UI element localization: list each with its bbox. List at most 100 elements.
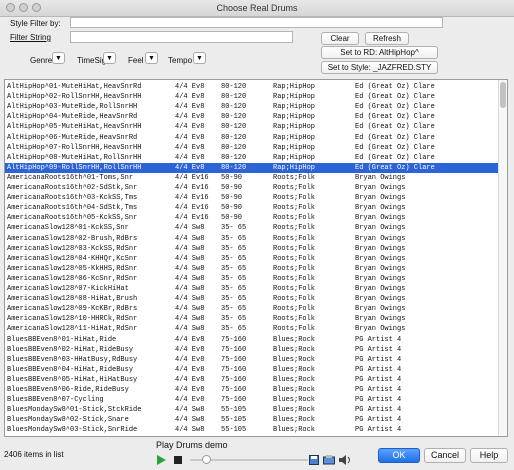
time-feel-cell: 4/4 Sw8 <box>175 244 205 253</box>
tempo-range-cell: 35- 65 <box>221 224 247 233</box>
artist-cell: Bryan Owings <box>355 264 406 273</box>
artist-cell: PG Artist 4 <box>355 335 402 344</box>
list-item[interactable]: AmericanaRoots16th^02-SdStk,Snr 4/4 Ev16 5… <box>5 183 499 193</box>
refresh-button[interactable]: Refresh <box>365 32 409 45</box>
artist-cell: PG Artist 4 <box>355 406 402 415</box>
scrollbar-thumb[interactable] <box>500 82 506 108</box>
list-item[interactable]: AmericanaSlow128^01-KckSS,Snr 4/4 Sw8 35- … <box>5 223 499 233</box>
tempo-range-cell: 55-105 <box>221 416 247 425</box>
drum-name-cell: AmericanaSlow128^02-Brush,RdBrs <box>7 234 138 243</box>
volume-icon[interactable] <box>339 455 351 467</box>
genre-cell: Roots;Folk <box>273 204 316 213</box>
drum-name-cell: AltHipHop^02-RollSnrHH,HeavSnrHH <box>7 93 142 102</box>
list-item[interactable]: BluesMondaySw8^03-Stick,SnrRide 4/4 Sw8 55… <box>5 425 499 435</box>
genre-cell: Blues;Rock <box>273 406 316 415</box>
list-item[interactable]: AmericanaSlow128^10-HHRCk,RdSnr 4/4 Sw8 35… <box>5 314 499 324</box>
drum-name-cell: BluesBBEven8^01-HiHat,Ride <box>7 335 117 344</box>
tempo-range-cell: 50-90 <box>221 194 243 203</box>
genre-dropdown[interactable]: ▼ <box>52 52 65 64</box>
style-filter-field[interactable] <box>70 17 443 28</box>
list-item[interactable]: AmericanaSlow128^02-Brush,RdBrs 4/4 Sw8 35… <box>5 234 499 244</box>
list-item[interactable]: AmericanaRoots16th^04-SdStk,Tms 4/4 Ev16 5… <box>5 203 499 213</box>
time-feel-cell: 4/4 Sw8 <box>175 274 205 283</box>
timesig-label: TimeSig <box>77 56 107 65</box>
list-item[interactable]: AmericanaRoots16th^05-KckSS,Snr 4/4 Ev16 5… <box>5 213 499 223</box>
list-item[interactable]: AmericanaSlow128^09-KcKBr,RdBrs 4/4 Sw8 35… <box>5 304 499 314</box>
list-item[interactable]: AltHipHop^06-MuteRide,HeavSnrRd 4/4 Ev8 80… <box>5 133 499 143</box>
feel-dropdown[interactable]: ▼ <box>145 52 158 64</box>
list-item[interactable]: BluesBBEven8^04-HiHat,RideBusy 4/4 Ev8 75-… <box>5 365 499 375</box>
time-feel-cell: 4/4 Ev8 <box>175 133 205 142</box>
tempo-range-cell: 80-120 <box>221 153 247 162</box>
tempo-range-cell: 75-160 <box>221 355 247 364</box>
list-item[interactable]: AltHipHop^07-RollSnrHH,HeavSnrHH 4/4 Ev8 8… <box>5 143 499 153</box>
list-item[interactable]: AmericanaRoots16th^03-KckSS,Tms 4/4 Ev16 5… <box>5 193 499 203</box>
chevron-down-icon: ▼ <box>55 55 62 62</box>
genre-cell: Blues;Rock <box>273 355 316 364</box>
cancel-button[interactable]: Cancel <box>424 448 466 463</box>
list-item[interactable]: BluesBBEven8^01-HiHat,Ride 4/4 Ev8 75-160 B… <box>5 335 499 345</box>
slider-knob[interactable] <box>202 455 211 464</box>
list-item[interactable]: AmericanaRoots16th^01-Toms,Snr 4/4 Ev16 50… <box>5 173 499 183</box>
list-item[interactable]: AmericanaSlow128^03-KckSS,RdSnr 4/4 Sw8 35… <box>5 244 499 254</box>
list-item[interactable]: BluesBBEven8^03-HHatBusy,RdBusy 4/4 Ev8 75… <box>5 355 499 365</box>
list-scrollbar[interactable] <box>498 80 507 436</box>
list-item[interactable]: BluesBBEven8^02-HiHat,RideBusy 4/4 Ev8 75-… <box>5 345 499 355</box>
play-button[interactable] <box>156 455 166 467</box>
timesig-dropdown[interactable]: ▼ <box>103 52 116 64</box>
genre-cell: Roots;Folk <box>273 274 316 283</box>
list-item[interactable]: BluesBBEven8^05-HiHat,HiHatBusy 4/4 Ev8 75… <box>5 375 499 385</box>
tempo-range-cell: 55-105 <box>221 406 247 415</box>
set-to-style-button[interactable]: Set to Style: _JAZFRED.STY <box>321 61 438 74</box>
time-feel-cell: 4/4 Sw8 <box>175 224 205 233</box>
list-item[interactable]: AltHipHop^04-MuteRide,HeavSnrRd 4/4 Ev8 80… <box>5 112 499 122</box>
list-item[interactable]: AmericanaSlow128^06-KcSnr,RdSnr 4/4 Sw8 35… <box>5 274 499 284</box>
list-item[interactable]: AltHipHop^05-MuteHiHat,HeavSnrHH 4/4 Ev8 8… <box>5 122 499 132</box>
drum-name-cell: AmericanaSlow128^08-HiHat,Brush <box>7 295 138 304</box>
artist-cell: Ed (Great Oz) Clare <box>355 153 435 162</box>
clear-button[interactable]: Clear <box>321 32 359 45</box>
list-item[interactable]: AltHipHop^02-RollSnrHH,HeavSnrHH 4/4 Ev8 8… <box>5 92 499 102</box>
list-item[interactable]: AmericanaSlow128^08-HiHat,Brush 4/4 Sw8 35… <box>5 294 499 304</box>
export-icon[interactable] <box>323 455 335 467</box>
time-feel-cell: 4/4 Ev16 <box>175 194 209 203</box>
save-icon[interactable] <box>309 455 319 467</box>
stop-button[interactable] <box>174 456 182 464</box>
ok-button[interactable]: OK <box>378 448 420 463</box>
tempo-range-cell: 35- 65 <box>221 234 247 243</box>
feel-label: Feel <box>128 56 144 65</box>
drums-list[interactable]: BluesMondaySw8^03-Stick,SnrRide 4/4 Sw8 55… <box>4 79 508 437</box>
list-item[interactable]: BluesMondaySw8^02-Stick,Snare 4/4 Sw8 55-1… <box>5 415 499 425</box>
list-item[interactable]: AmericanaSlow128^07-KickHiHat 4/4 Sw8 35- … <box>5 284 499 294</box>
tempo-dropdown[interactable]: ▼ <box>193 52 206 64</box>
filter-string-input[interactable] <box>70 31 293 43</box>
list-item[interactable]: AltHipHop^03-MuteRide,RollSnrHH 4/4 Ev8 80… <box>5 102 499 112</box>
list-item[interactable]: AmericanaSlow128^04-KHHQr,KcSnr 4/4 Sw8 35… <box>5 254 499 264</box>
genre-label: Genre <box>30 56 53 65</box>
list-item[interactable]: BluesMondaySw8^01-Stick,StckRide 4/4 Sw8 5… <box>5 405 499 415</box>
help-button[interactable]: Help <box>470 448 508 463</box>
set-to-rd-button[interactable]: Set to RD: AltHipHop^ <box>321 46 438 59</box>
genre-cell: Rap;HipHop <box>273 83 316 91</box>
drum-name-cell: AmericanaRoots16th^01-Toms,Snr <box>7 173 134 182</box>
genre-cell: Roots;Folk <box>273 295 316 304</box>
drum-name-cell: BluesBBEven8^07-Cycling <box>7 396 104 405</box>
drum-name-cell: BluesMondaySw8^03-Stick,SnrRide <box>7 426 138 435</box>
drum-name-cell: AmericanaSlow128^09-KcKBr,RdBrs <box>7 305 138 314</box>
list-item[interactable]: BluesBBEven8^06-Ride,RideBusy 4/4 Ev8 75-1… <box>5 385 499 395</box>
list-item[interactable]: AltHipHop^01-MuteHiHat,HeavSnrRd 4/4 Ev8 8… <box>5 82 499 92</box>
list-item[interactable]: AmericanaSlow128^11-HiHat,RdSnr 4/4 Sw8 35… <box>5 324 499 334</box>
tempo-range-cell: 80-120 <box>221 143 247 152</box>
drum-name-cell: BluesMondaySw8^02-Stick,Snare <box>7 416 129 425</box>
list-item[interactable]: BluesBBEven8^07-Cycling 4/4 Ev8 75-160 Blue… <box>5 395 499 405</box>
drum-name-cell: AmericanaRoots16th^05-KckSS,Snr <box>7 214 138 223</box>
list-item[interactable]: AltHipHop^09-RollSnrHH,RollSnrHH 4/4 Ev8 8… <box>5 162 499 174</box>
time-feel-cell: 4/4 Ev8 <box>175 345 205 354</box>
time-feel-cell: 4/4 Ev8 <box>175 335 205 344</box>
demo-progress-slider[interactable] <box>190 455 308 465</box>
style-filter-label: Style Filter by: <box>10 19 61 28</box>
tempo-range-cell: 80-120 <box>221 103 247 112</box>
genre-cell: Roots;Folk <box>273 214 316 223</box>
list-item[interactable]: AltHipHop^08-MuteHiHat,RollSnrHH 4/4 Ev8 8… <box>5 153 499 163</box>
list-item[interactable]: AmericanaSlow128^05-KkHHS,RdSnr 4/4 Sw8 35… <box>5 264 499 274</box>
